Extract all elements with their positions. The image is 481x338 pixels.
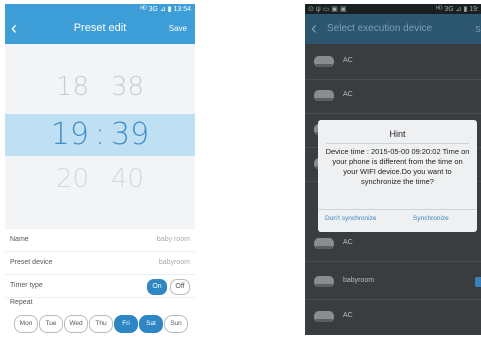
time-picker-row-below[interactable]: 20 40 [5, 164, 195, 194]
day-tue-button[interactable]: Tue [39, 315, 63, 333]
dialog-message: Device time : 2015-05-00 09:20:02 Time o… [325, 147, 470, 186]
device-list-item[interactable]: babyroom [305, 266, 481, 300]
timer-type-row: Timer type On Off [5, 275, 195, 298]
status-bar-text: ᴴᴰ 3G ⊿ ▮ 19: [436, 6, 479, 13]
day-thu-button[interactable]: Thu [89, 315, 113, 333]
synchronize-button[interactable]: Synchronize [413, 215, 449, 222]
selected-hour[interactable]: 19 [39, 114, 89, 156]
preset-device-row[interactable]: Preset device babyroom [5, 252, 195, 275]
status-bar: ᴴᴰ 3G ⊿ ▮ 13:54 [5, 4, 195, 14]
minute-above[interactable]: 38 [111, 72, 161, 102]
status-bar: ⊙ ψ ▭ ▣ ▣ ᴴᴰ 3G ⊿ ▮ 19: [305, 4, 481, 14]
dont-synchronize-button[interactable]: Don't synchronize [325, 215, 376, 222]
name-row[interactable]: Name baby room [5, 229, 195, 252]
device-list-item[interactable]: AC [305, 80, 481, 114]
time-separator: : [94, 117, 106, 152]
preset-device-value[interactable]: babyroom [159, 259, 190, 266]
time-picker-selected-row[interactable]: 19:39 [5, 114, 195, 156]
time-picker-row-above[interactable]: 18 38 [5, 72, 195, 102]
hour-below[interactable]: 20 [39, 164, 89, 194]
ac-unit-icon [314, 276, 334, 287]
ac-unit-icon [314, 311, 334, 322]
day-sun-button[interactable]: Sun [164, 315, 188, 333]
device-list-item[interactable]: AC [305, 228, 481, 262]
dialog-title: Hint [389, 129, 406, 139]
day-fri-button[interactable]: Fri [114, 315, 138, 333]
device-list-item[interactable]: AC [305, 301, 481, 334]
time-picker[interactable]: 18 38 19:39 20 40 [5, 44, 195, 229]
dialog-button-divider [318, 209, 477, 210]
device-checkbox[interactable] [475, 277, 481, 287]
device-list-item[interactable]: AC [305, 46, 481, 80]
back-arrow-icon[interactable]: ‹ [311, 18, 317, 38]
preset-device-label: Preset device [10, 259, 53, 266]
minute-below[interactable]: 40 [111, 164, 161, 194]
page-title: Select execution device [327, 23, 433, 34]
day-sat-button[interactable]: Sat [139, 315, 163, 333]
day-mon-button[interactable]: Mon [14, 315, 38, 333]
status-bar-text: ᴴᴰ 3G ⊿ ▮ 13:54 [140, 6, 192, 13]
selected-minute[interactable]: 39 [111, 114, 161, 156]
preset-edit-screen: ᴴᴰ 3G ⊿ ▮ 13:54 ‹ Preset edit Save 18 38 … [5, 4, 195, 335]
hour-above[interactable]: 18 [39, 72, 89, 102]
ac-unit-icon [314, 238, 334, 249]
device-name: AC [343, 239, 353, 246]
device-name: AC [343, 91, 353, 98]
repeat-label: Repeat [10, 299, 33, 306]
device-name: babyroom [343, 277, 375, 284]
dialog-divider [326, 143, 469, 144]
header-bar: ‹ Select execution device Sa [305, 14, 481, 44]
name-label: Name [10, 236, 29, 243]
timer-on-button[interactable]: On [147, 279, 167, 295]
preset-form: Name baby room Preset device babyroom Ti… [5, 229, 195, 335]
hint-dialog: Hint Device time : 2015-05-00 09:20:02 T… [318, 120, 477, 232]
header-bar: ‹ Preset edit Save [5, 14, 195, 44]
save-button[interactable]: Save [169, 24, 187, 33]
page-title: Preset edit [73, 22, 127, 34]
device-name: AC [343, 312, 353, 319]
timer-type-label: Timer type [10, 282, 43, 289]
ac-unit-icon [314, 56, 334, 67]
save-button[interactable]: Sa [475, 25, 481, 34]
status-bar-left-icons: ⊙ ψ ▭ ▣ ▣ [308, 6, 347, 13]
name-value[interactable]: baby room [157, 236, 190, 243]
day-wed-button[interactable]: Wed [64, 315, 88, 333]
device-name: AC [343, 57, 353, 64]
select-device-screen: ⊙ ψ ▭ ▣ ▣ ᴴᴰ 3G ⊿ ▮ 19: ‹ Select executi… [305, 4, 481, 335]
timer-off-button[interactable]: Off [170, 279, 190, 295]
ac-unit-icon [314, 90, 334, 101]
